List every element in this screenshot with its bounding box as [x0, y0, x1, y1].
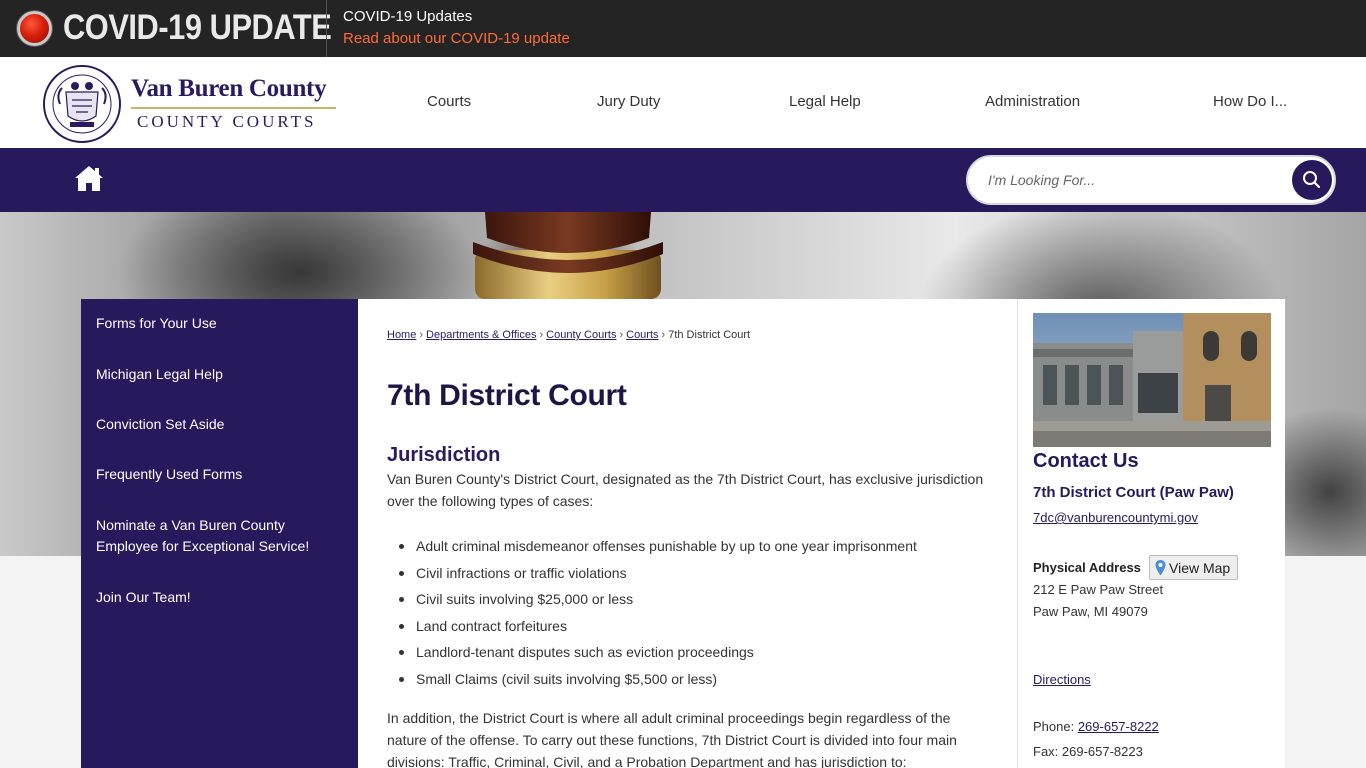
breadcrumb-separator: › — [419, 329, 424, 341]
closing-paragraph: In addition, the District Court is where… — [387, 710, 957, 768]
side-nav: Forms for Your Use Michigan Legal Help C… — [81, 299, 358, 768]
side-nav-michigan-legal-help[interactable]: Michigan Legal Help — [96, 364, 336, 385]
list-item: Adult criminal misdemeanor offenses puni… — [387, 533, 987, 560]
covid-update-link[interactable]: Read about our COVID-19 update — [343, 30, 570, 47]
phone-label: Phone: — [1033, 719, 1078, 734]
utility-bar — [0, 148, 1366, 212]
phone-line: Phone: 269-657-8222 — [1033, 719, 1159, 734]
phone-link[interactable]: 269-657-8222 — [1078, 719, 1159, 734]
search-button[interactable] — [1292, 160, 1332, 200]
view-map-button[interactable]: View Map — [1149, 555, 1238, 580]
street-address: 212 E Paw Paw Street — [1033, 582, 1164, 597]
search-icon — [1303, 171, 1321, 189]
breadcrumb-home[interactable]: Home — [387, 329, 416, 341]
courthouse-photo — [1033, 313, 1271, 447]
search-box — [966, 155, 1336, 205]
list-item: Landlord-tenant disputes such as evictio… — [387, 639, 987, 666]
site-header: Van Buren County COUNTY COURTS Courts Ju… — [0, 57, 1366, 148]
contact-us-heading: Contact Us — [1033, 450, 1139, 472]
nav-how-do-i[interactable]: How Do I... — [1213, 93, 1287, 110]
breadcrumb: Home › Departments & Offices › County Courts… — [387, 329, 750, 341]
contact-sidebar: Contact Us 7th District Court (Paw Paw) … — [1017, 299, 1285, 768]
section-heading-jurisdiction: Jurisdiction — [387, 444, 501, 466]
nav-courts[interactable]: Courts — [427, 93, 471, 110]
gavel-image — [473, 212, 663, 299]
search-input[interactable] — [988, 165, 1278, 195]
breadcrumb-separator: › — [539, 329, 544, 341]
breadcrumb-separator: › — [619, 329, 624, 341]
court-name: 7th District Court (Paw Paw) — [1033, 484, 1234, 501]
brand-subtitle: COUNTY COURTS — [137, 112, 317, 131]
intro-paragraph: Van Buren County's District Court, desig… — [387, 471, 984, 509]
nav-legal-help[interactable]: Legal Help — [789, 93, 861, 110]
covid-alert-bar: COVID-19 UPDATE COVID-19 Updates Read ab… — [0, 0, 1366, 57]
directions-link[interactable]: Directions — [1033, 672, 1091, 687]
side-nav-frequently-used-forms[interactable]: Frequently Used Forms — [96, 464, 336, 485]
breadcrumb-county-courts[interactable]: County Courts — [546, 329, 616, 341]
home-icon[interactable] — [74, 164, 104, 192]
alert-dot-icon — [17, 11, 52, 46]
email-link[interactable]: 7dc@vanburencountymi.gov — [1033, 510, 1198, 525]
physical-address-label: Physical Address — [1033, 560, 1141, 575]
breadcrumb-current: 7th District Court — [668, 329, 751, 341]
list-item: Land contract forfeitures — [387, 613, 987, 640]
page-title: 7th District Court — [387, 379, 627, 412]
list-item: Civil suits involving $25,000 or less — [387, 586, 987, 613]
main-content: Home › Departments & Offices › County Courts… — [358, 299, 1017, 768]
side-nav-nominate-employee[interactable]: Nominate a Van Buren County Employee for… — [96, 515, 316, 557]
side-nav-forms-for-your-use[interactable]: Forms for Your Use — [96, 313, 336, 334]
nav-administration[interactable]: Administration — [985, 93, 1080, 110]
city-state-zip: Paw Paw, MI 49079 — [1033, 604, 1148, 619]
breadcrumb-departments[interactable]: Departments & Offices — [426, 329, 536, 341]
alert-title: COVID-19 UPDATE — [63, 8, 332, 47]
brand-name[interactable]: Van Buren County — [131, 75, 327, 103]
side-nav-conviction-set-aside[interactable]: Conviction Set Aside — [96, 414, 336, 435]
view-map-label: View Map — [1169, 559, 1231, 576]
list-item: Small Claims (civil suits involving $5,5… — [387, 666, 987, 693]
alert-heading: COVID-19 Updates — [343, 8, 473, 25]
alert-divider — [326, 0, 327, 57]
breadcrumb-separator: › — [661, 329, 666, 341]
breadcrumb-courts[interactable]: Courts — [626, 329, 658, 341]
county-seal-logo[interactable] — [42, 64, 122, 144]
map-pin-icon — [1155, 560, 1166, 576]
side-nav-join-our-team[interactable]: Join Our Team! — [96, 587, 336, 608]
nav-jury-duty[interactable]: Jury Duty — [597, 93, 660, 110]
brand-divider — [131, 107, 336, 109]
fax-line: Fax: 269-657-8223 — [1033, 744, 1143, 759]
case-types-list: Adult criminal misdemeanor offenses puni… — [387, 533, 987, 692]
list-item: Civil infractions or traffic violations — [387, 560, 987, 587]
